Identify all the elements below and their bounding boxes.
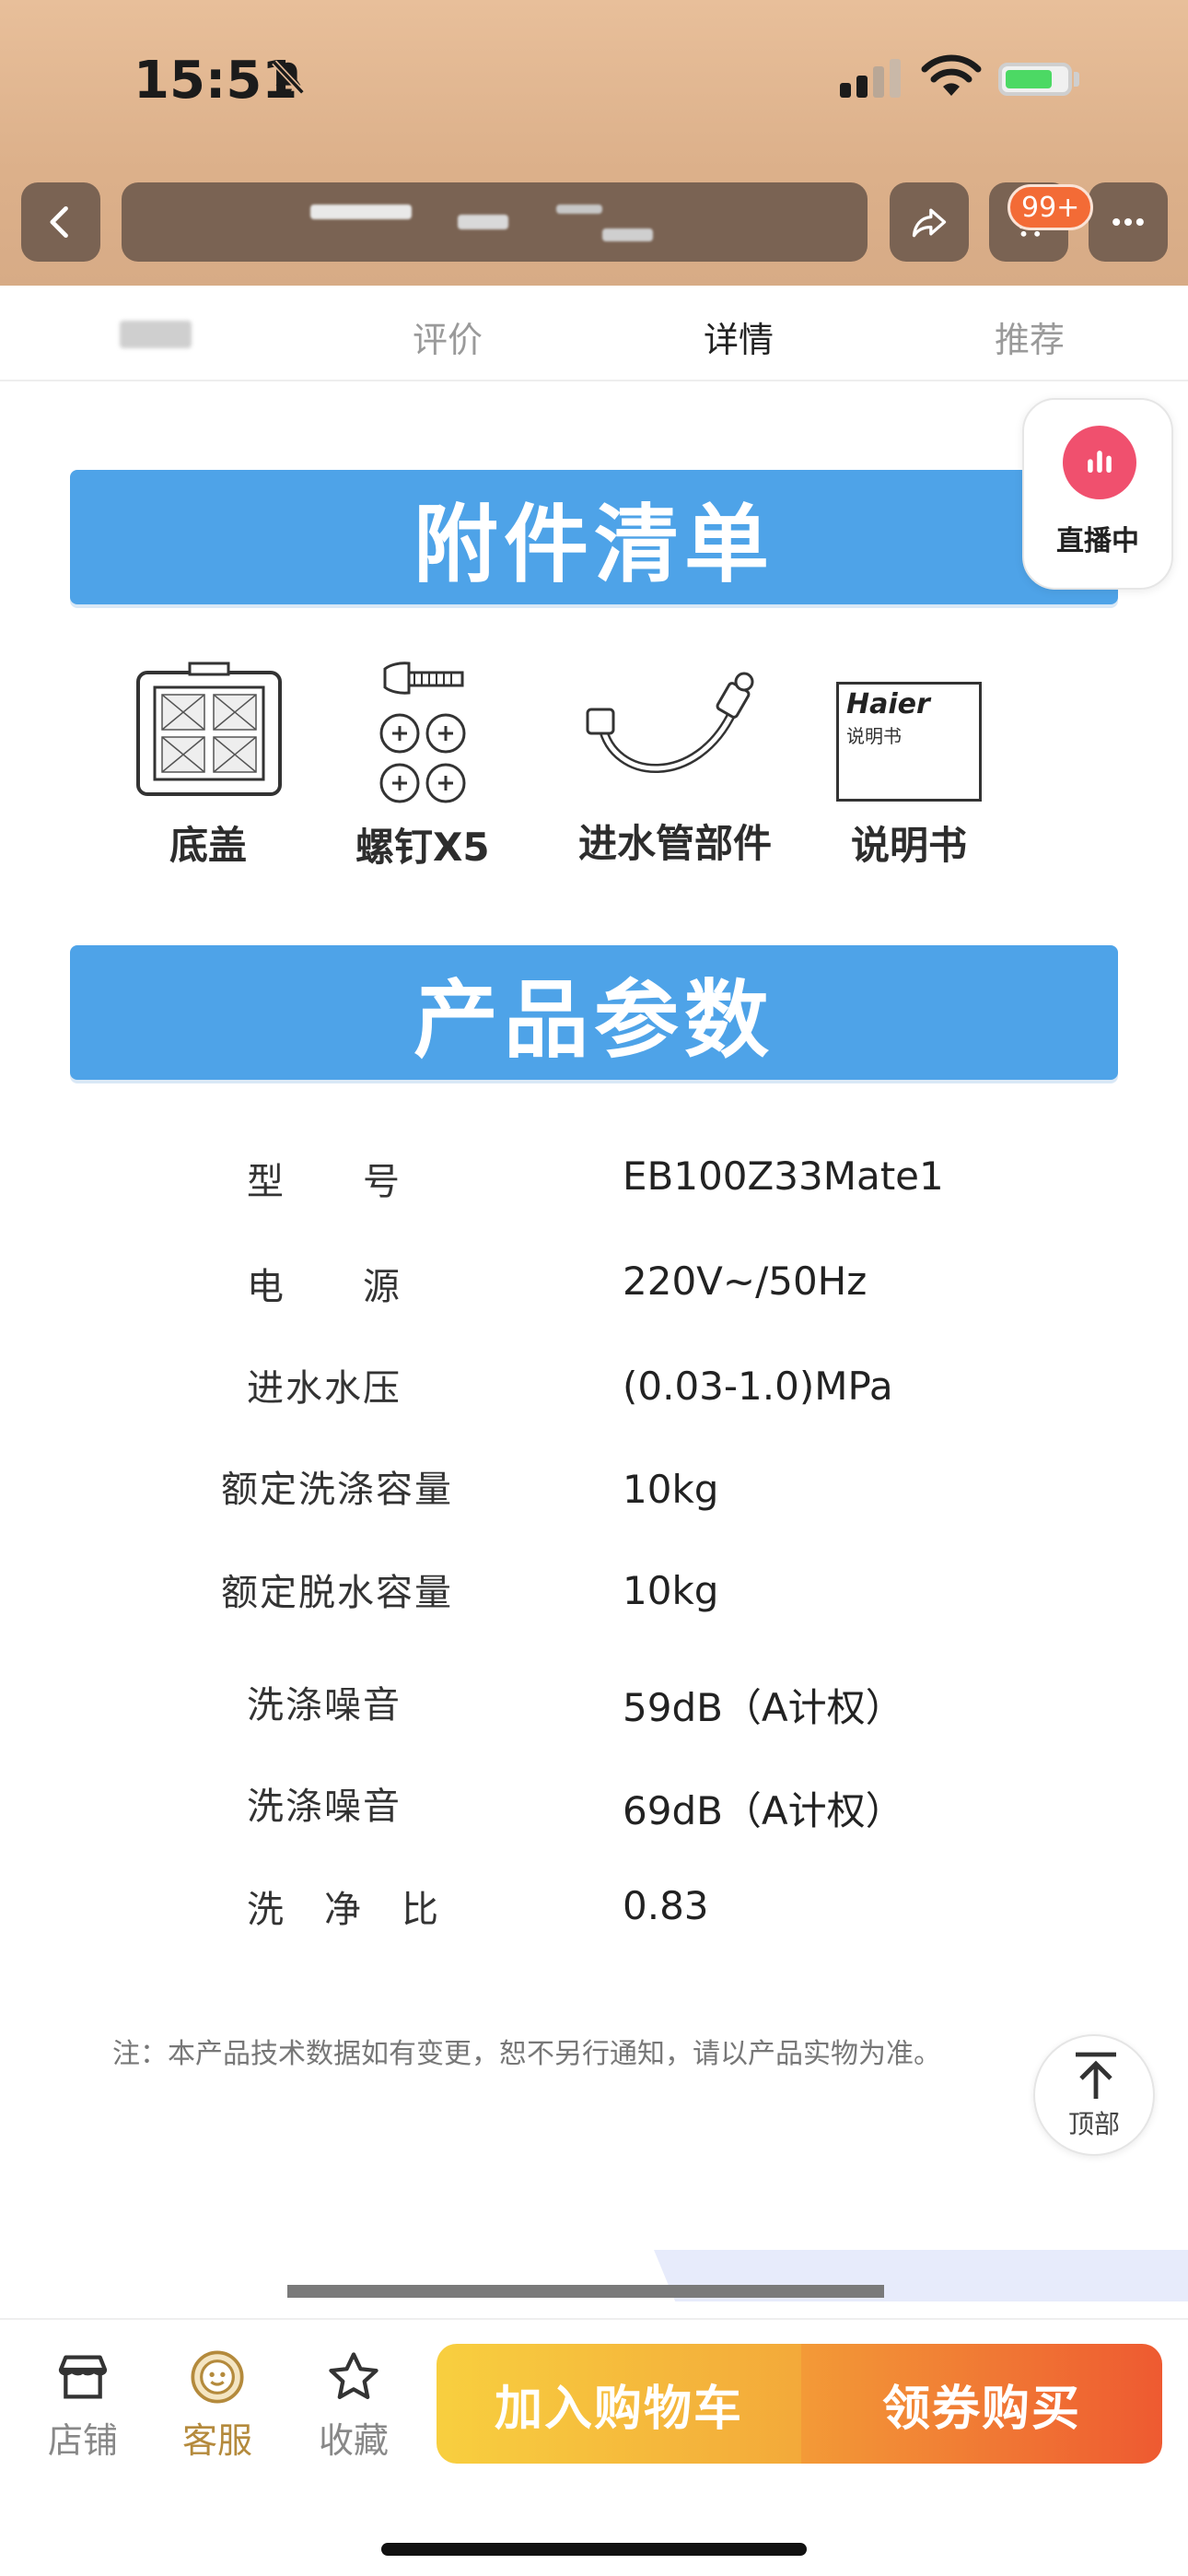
live-stream-button[interactable]: 直播中 — [1022, 398, 1173, 590]
param-label: 洗涤噪音 — [247, 1786, 402, 1828]
cellular-signal-icon — [840, 59, 901, 98]
section-tabs: 评价 详情 推荐 — [0, 286, 1188, 381]
param-value: 10kg — [623, 1568, 719, 1613]
tab-product[interactable] — [120, 321, 192, 348]
favorite-button[interactable]: 收藏 — [298, 2348, 409, 2463]
manual-image: Haier 说明书 — [836, 682, 982, 802]
home-indicator[interactable] — [381, 2543, 807, 2556]
params-banner: 产品参数 — [70, 945, 1118, 1080]
manual-brand: Haier — [846, 688, 930, 720]
param-value: 220V~/50Hz — [623, 1259, 868, 1304]
status-bar: 15:51 — [0, 0, 1188, 166]
customer-service-label: 客服 — [181, 2420, 252, 2461]
param-value: 0.83 — [623, 1883, 709, 1928]
screws-image — [379, 662, 466, 803]
accessory-label: 进水管部件 — [578, 821, 773, 866]
param-value: (0.03-1.0)MPa — [623, 1364, 893, 1409]
disclaimer-note: 注：本产品技术数据如有变更，恕不另行通知，请以产品实物为准。 — [112, 2038, 941, 2070]
param-label: 型 号 — [247, 1161, 402, 1203]
param-value: 10kg — [623, 1467, 719, 1512]
wifi-icon — [921, 54, 982, 96]
tab-recommend[interactable]: 推荐 — [995, 311, 1065, 362]
more-dots-icon — [1112, 217, 1144, 227]
share-icon — [912, 208, 947, 238]
title-bar[interactable] — [122, 182, 868, 262]
star-icon — [329, 2352, 379, 2399]
accessory-label: 螺钉X5 — [355, 825, 490, 870]
cart-count-badge: 99+ — [1007, 184, 1094, 230]
chevron-left-icon — [50, 205, 68, 239]
param-value: EB100Z33Mate1 — [623, 1153, 944, 1199]
param-value: 69dB（A计权） — [623, 1788, 904, 1833]
accessories-title: 附件清单 — [413, 495, 775, 594]
param-label: 电 源 — [247, 1266, 402, 1308]
header: 15:51 99+ — [0, 0, 1188, 286]
accessory-label: 说明书 — [851, 823, 968, 868]
share-button[interactable] — [890, 182, 969, 262]
customer-service-button[interactable]: 客服 — [162, 2348, 273, 2463]
manual-cover-text: 说明书 — [846, 725, 902, 747]
tab-reviews[interactable]: 评价 — [413, 311, 483, 362]
live-label: 直播中 — [1056, 525, 1139, 557]
bell-muted-icon — [272, 60, 305, 95]
param-label: 额定洗涤容量 — [221, 1469, 453, 1511]
params-title: 产品参数 — [413, 970, 775, 1070]
param-label: 额定脱水容量 — [221, 1572, 453, 1614]
accessory-label: 底盖 — [169, 823, 248, 868]
add-to-cart-button[interactable]: 加入购物车 — [437, 2344, 801, 2464]
store-button[interactable]: 店铺 — [28, 2348, 138, 2463]
param-value: 59dB（A计权） — [623, 1685, 904, 1730]
store-icon — [58, 2355, 108, 2399]
buy-with-coupon-button[interactable]: 领券购买 — [801, 2344, 1162, 2464]
customer-service-icon — [191, 2350, 244, 2404]
inlet-hose-image — [586, 672, 754, 773]
back-to-top-button[interactable]: 顶部 — [1033, 2034, 1155, 2156]
bottom-cover-image — [136, 662, 282, 796]
back-button[interactable] — [21, 182, 100, 262]
bottom-action-bar: 店铺 客服 收藏 加入购物车 领券购买 — [0, 2318, 1188, 2576]
battery-icon — [998, 57, 1081, 100]
next-image-peek-bar — [287, 2285, 884, 2298]
live-bars-icon — [1063, 426, 1136, 499]
arrow-up-icon — [1076, 2052, 1116, 2099]
param-label: 进水水压 — [247, 1367, 402, 1410]
tab-details[interactable]: 详情 — [704, 311, 774, 362]
product-detail-content: 附件清单 底盖 螺钉X5 进水管部件 Haier 说明书 说明书 产品参数 型 … — [0, 381, 1188, 2316]
back-to-top-label: 顶部 — [1067, 2109, 1120, 2139]
param-label: 洗 净 比 — [247, 1889, 440, 1931]
store-label: 店铺 — [47, 2420, 118, 2461]
more-button[interactable] — [1089, 182, 1168, 262]
favorite-label: 收藏 — [318, 2420, 389, 2461]
param-label: 洗涤噪音 — [247, 1684, 402, 1727]
accessories-banner: 附件清单 — [70, 470, 1118, 604]
